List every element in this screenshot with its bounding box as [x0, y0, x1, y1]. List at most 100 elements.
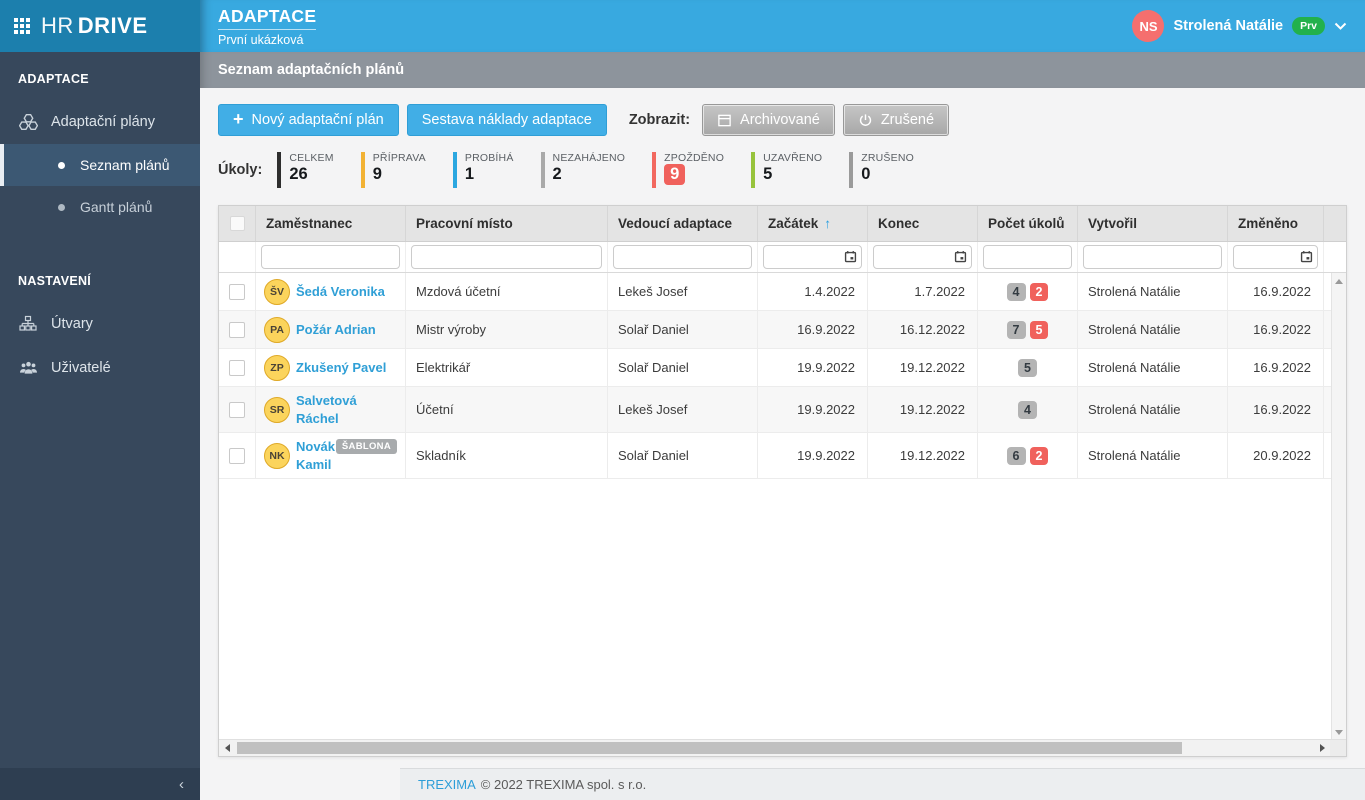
select-all-checkbox[interactable]: [229, 216, 245, 231]
sidebar-item-adaptacni-plany[interactable]: Adaptační plány: [0, 100, 200, 144]
table-row[interactable]: PA Požár Adrian Mistr výroby Solař Daniel 16…: [219, 311, 1346, 349]
cell-created_by: Strolená Natálie: [1078, 311, 1228, 348]
task-counter-value: 2: [552, 165, 562, 183]
cell-text: Strolená Natálie: [1088, 448, 1181, 464]
user-menu[interactable]: NS Strolená Natálie Prv: [1132, 10, 1347, 42]
sidebar-item-seznam-planu[interactable]: Seznam plánů: [0, 144, 200, 186]
table-filter-row: [219, 242, 1346, 273]
sidebar-item-gantt-planu[interactable]: Gantt plánů: [0, 186, 200, 228]
cell-name: ŠV Šedá Veronika: [256, 273, 406, 310]
column-header-label[interactable]: Počet úkolů: [988, 216, 1065, 231]
cell-position: Účetní: [406, 387, 608, 433]
archived-toggle-button[interactable]: Archivované: [702, 104, 835, 136]
table-row[interactable]: ZP Zkušený Pavel Elektrikář Solař Daniel 19.…: [219, 349, 1346, 387]
logo-drive: DRIVE: [77, 13, 148, 38]
scrollbar-corner: [1330, 740, 1346, 756]
calendar-picker-button[interactable]: [844, 250, 857, 263]
task-counter-value: 9: [664, 164, 686, 185]
cell-text: Účetní: [416, 402, 454, 418]
calendar-picker-button[interactable]: [1300, 250, 1313, 263]
column-header-label[interactable]: Konec: [878, 216, 919, 231]
scroll-up-arrow[interactable]: [1335, 279, 1343, 284]
cell-text: 16.9.2022: [1253, 402, 1311, 418]
filter-input-name[interactable]: [261, 245, 400, 269]
sidebar-item-label: Uživatelé: [51, 360, 111, 376]
filter-cell-position: [406, 242, 608, 272]
cell-position: Mzdová účetní: [406, 273, 608, 310]
scroll-right-arrow[interactable]: [1314, 744, 1330, 752]
scroll-down-arrow[interactable]: [1335, 730, 1343, 735]
chevron-left-icon: ‹: [179, 775, 184, 793]
employee-name-link[interactable]: Novák Kamil: [296, 438, 335, 473]
filter-cell-changed: [1228, 242, 1324, 272]
task-counter: ZPOŽDĚNO 9: [652, 152, 724, 188]
table-row[interactable]: ŠV Šedá Veronika Mzdová účetní Lekeš Josef 1…: [219, 273, 1346, 311]
horizontal-scroll-track[interactable]: [235, 740, 1314, 756]
horizontal-scrollbar[interactable]: [219, 739, 1346, 756]
page-subtitle: První ukázková: [218, 32, 304, 47]
table-row[interactable]: SR Salvetová Ráchel Účetní Lekeš Josef 19.9.…: [219, 387, 1346, 434]
sidebar-item-utvary[interactable]: Útvary: [0, 302, 200, 346]
table-row[interactable]: NK Novák Kamil ŠABLONA Skladník Solař Daniel…: [219, 433, 1346, 480]
row-checkbox[interactable]: [229, 283, 245, 300]
task-counter: CELKEM 26: [277, 152, 334, 188]
user-avatar[interactable]: NS: [1132, 10, 1165, 42]
tasks-total-badge: 7: [1006, 320, 1026, 339]
employee-name-link[interactable]: Požár Adrian: [296, 321, 376, 339]
scroll-left-arrow[interactable]: [219, 744, 235, 752]
row-avatar: NK: [264, 442, 290, 469]
employee-name-link[interactable]: Salvetová Ráchel: [296, 392, 397, 427]
row-checkbox[interactable]: [229, 447, 245, 464]
filter-input-created_by[interactable]: [1083, 245, 1222, 269]
apps-grid-icon[interactable]: [14, 18, 30, 34]
cell-end: 19.12.2022: [868, 433, 978, 479]
column-header-label[interactable]: Vedoucí adaptace: [618, 216, 732, 231]
filter-input-tasks[interactable]: [983, 245, 1072, 269]
column-header-label[interactable]: Zaměstnanec: [266, 216, 352, 231]
employee-name-box: Šedá Veronika: [296, 283, 385, 301]
column-header-name: Zaměstnanec: [256, 206, 406, 241]
header-filler: [1324, 206, 1346, 241]
row-checkbox[interactable]: [229, 321, 245, 338]
horizontal-scroll-thumb[interactable]: [237, 742, 1182, 754]
column-header-label[interactable]: Pracovní místo: [416, 216, 513, 231]
employee-name-link[interactable]: Zkušený Pavel: [296, 359, 386, 377]
column-header-label[interactable]: Začátek: [768, 216, 818, 231]
cell-text: Mistr výroby: [416, 322, 487, 337]
sidebar-item-uzivatele[interactable]: Uživatelé: [0, 346, 200, 390]
user-role-badge: Prv: [1292, 17, 1325, 35]
task-counter: ZRUŠENO 0: [849, 152, 914, 188]
tasks-label: Úkoly:: [218, 162, 263, 178]
column-header-label[interactable]: Vytvořil: [1088, 216, 1137, 231]
employee-name-link[interactable]: Šedá Veronika: [296, 283, 385, 301]
app-logo[interactable]: HR DRIVE: [0, 0, 200, 52]
sidebar-collapse-button[interactable]: ‹: [0, 768, 200, 800]
chevron-down-icon[interactable]: [1334, 22, 1347, 31]
row-checkbox[interactable]: [229, 359, 245, 376]
cost-report-button[interactable]: Sestava náklady adaptace: [406, 104, 607, 136]
task-counter-label: UZAVŘENO: [763, 152, 823, 164]
calendar-picker-button[interactable]: [954, 250, 967, 263]
task-counter-label: PROBÍHÁ: [464, 152, 514, 164]
filter-input-leader[interactable]: [613, 245, 752, 269]
cell-start: 19.9.2022: [758, 349, 868, 386]
cell-changed: 16.9.2022: [1228, 349, 1324, 386]
cell-text: Solař Daniel: [618, 322, 689, 337]
trexima-link[interactable]: TREXIMA: [418, 777, 476, 792]
task-counters: CELKEM 26 PŘÍPRAVA 9 PROBÍHÁ 1 NEZAHÁJENO 2 ZPOŽ…: [277, 152, 941, 188]
vertical-scrollbar[interactable]: [1331, 273, 1346, 741]
task-counter-value: 0: [861, 165, 871, 183]
orgchart-icon: [18, 315, 38, 333]
column-header-label[interactable]: Změněno: [1238, 216, 1298, 231]
new-plan-button[interactable]: + Nový adaptační plán: [218, 104, 399, 136]
sidebar-item-label: Gantt plánů: [80, 199, 153, 215]
filter-input-position[interactable]: [411, 245, 602, 269]
column-header-leader: Vedoucí adaptace: [608, 206, 758, 241]
task-counter: PROBÍHÁ 1: [452, 152, 514, 188]
row-checkbox[interactable]: [229, 401, 245, 418]
page-title: ADAPTACE: [218, 6, 317, 30]
cancelled-toggle-button[interactable]: Zrušené: [842, 104, 950, 136]
breadcrumb: Seznam adaptačních plánů: [218, 62, 405, 78]
plus-icon: +: [233, 109, 244, 129]
cell-start: 19.9.2022: [758, 387, 868, 433]
